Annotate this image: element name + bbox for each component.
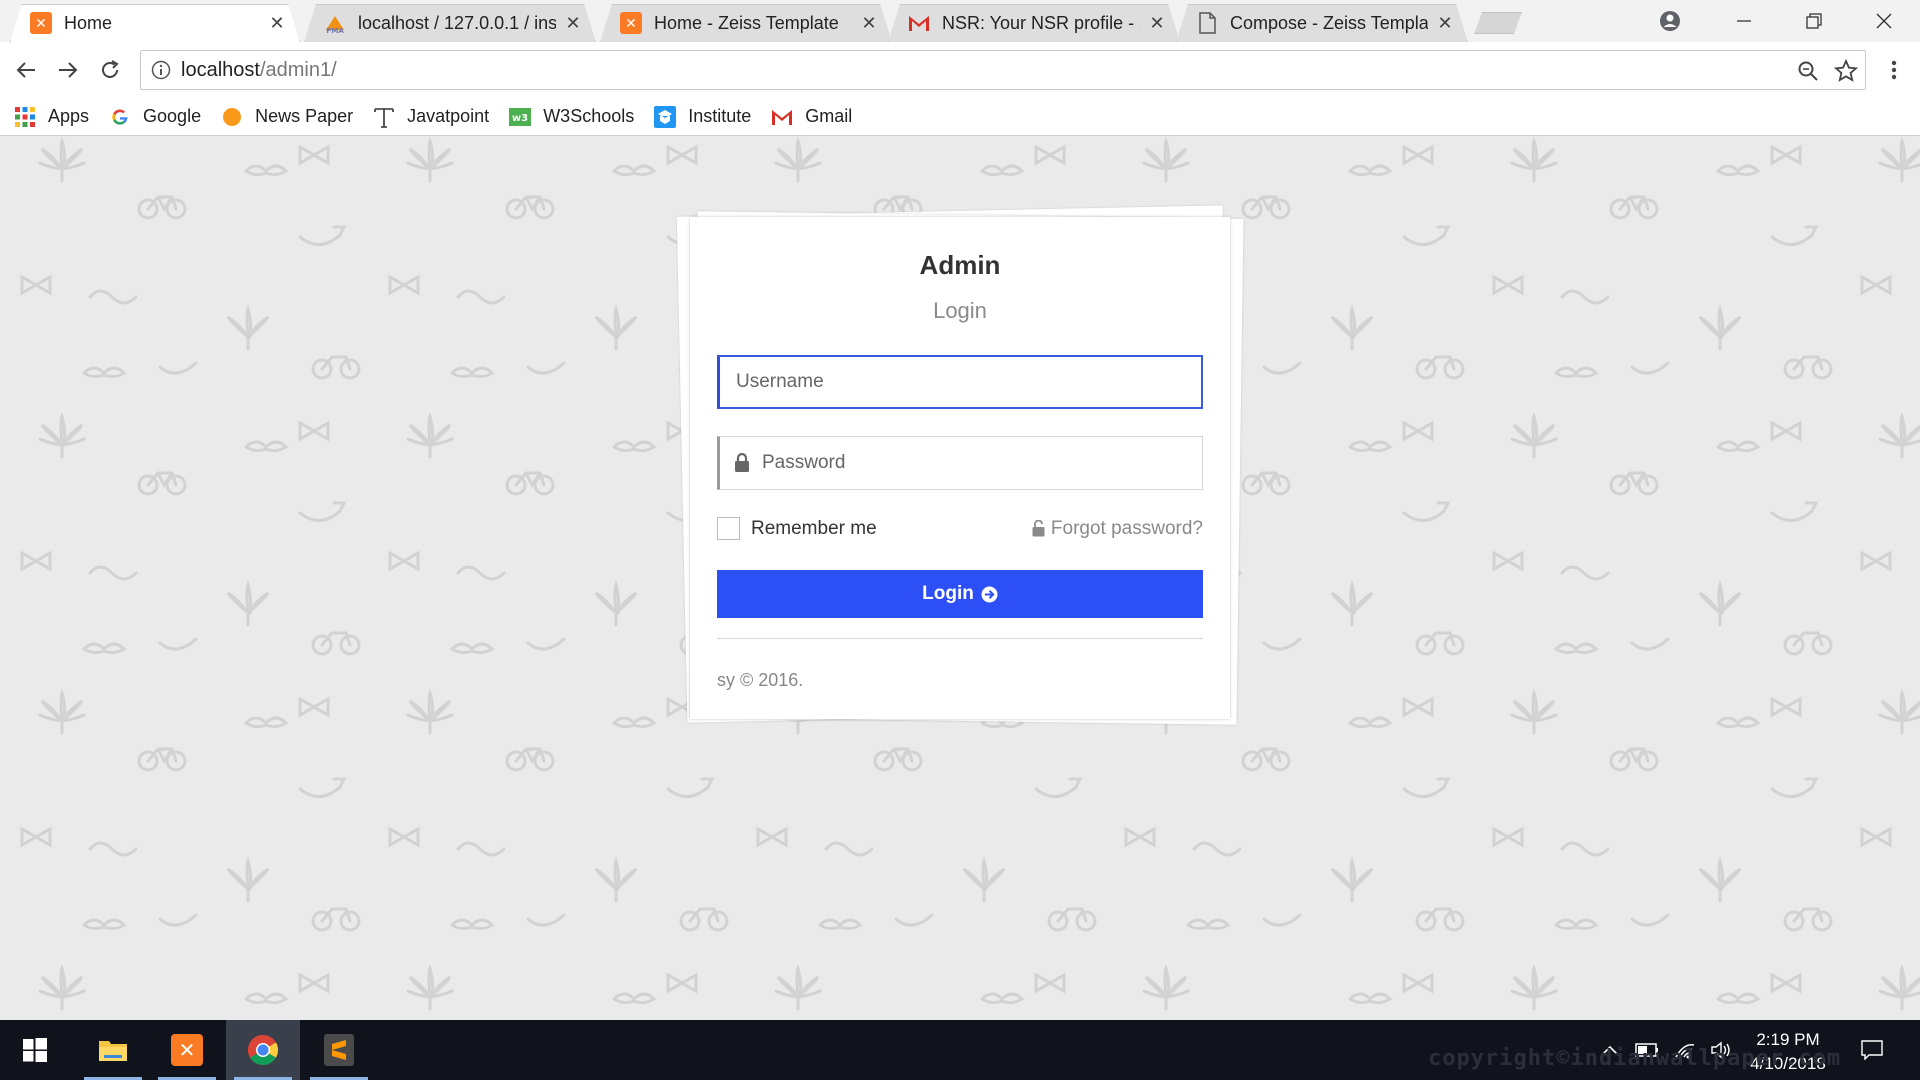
remember-me-label: Remember me — [751, 517, 877, 539]
apps-grid-icon — [14, 106, 36, 128]
close-icon[interactable]: ✕ — [860, 13, 878, 33]
tab-compose[interactable]: Compose - Zeiss Templa ✕ — [1176, 4, 1468, 42]
orange-dot-icon — [221, 106, 243, 128]
browser-toolbar: localhost/admin1/ — [0, 42, 1920, 98]
star-icon[interactable] — [1827, 51, 1865, 91]
bookmark-label: Apps — [48, 106, 90, 126]
windows-icon — [23, 1038, 47, 1062]
close-icon[interactable]: ✕ — [1436, 13, 1454, 33]
svg-text:PMA: PMA — [326, 27, 344, 34]
page-content: Admin Login Username Password Remember m… — [0, 137, 1920, 1020]
xampp-icon: ✕ — [30, 12, 52, 34]
back-icon[interactable] — [8, 52, 44, 88]
google-icon — [109, 106, 131, 128]
chrome-taskbar-button[interactable] — [226, 1020, 300, 1080]
watermark-text: copyright©indianwallpaper.com — [1428, 1046, 1842, 1071]
tab-title: NSR: Your NSR profile - s — [942, 12, 1140, 33]
login-subtitle: Login — [933, 298, 987, 323]
login-footer: sy © 2016. — [717, 670, 804, 690]
tab-strip: ✕ Home ✕ PMA localhost / 127.0.0.1 / ins… — [0, 0, 1920, 42]
svg-text:✕: ✕ — [625, 16, 637, 32]
tab-title: Home — [64, 12, 113, 33]
remember-me-checkbox[interactable] — [717, 517, 740, 540]
svg-text:✕: ✕ — [179, 1038, 196, 1062]
info-icon[interactable] — [141, 50, 181, 90]
password-input[interactable]: Password — [717, 436, 1203, 490]
bookmark-apps[interactable]: Apps — [14, 106, 89, 128]
tab-title: Compose - Zeiss Templa — [1230, 12, 1428, 33]
gmail-icon — [771, 106, 793, 128]
bookmark-label: Institute — [688, 106, 752, 126]
xampp-icon: ✕ — [620, 12, 642, 34]
login-title: Admin — [919, 250, 1001, 280]
minimize-icon[interactable] — [1714, 0, 1774, 42]
password-placeholder: Password — [762, 452, 846, 473]
bookmark-label: Gmail — [805, 106, 853, 126]
bookmarks-bar: Apps Google News Paper Javatpoint w3 W3S… — [0, 98, 1920, 136]
bookmark-javatpoint[interactable]: Javatpoint — [373, 106, 489, 128]
close-icon[interactable]: ✕ — [268, 13, 286, 33]
bookmark-news-paper[interactable]: News Paper — [221, 106, 353, 128]
tab-nsr[interactable]: NSR: Your NSR profile - s ✕ — [888, 4, 1180, 42]
lock-icon — [734, 453, 750, 473]
gmail-icon — [908, 12, 930, 34]
document-icon — [1196, 12, 1218, 34]
remember-me[interactable]: Remember me — [717, 517, 877, 540]
bookmark-label: News Paper — [255, 106, 354, 126]
bookmark-w3schools[interactable]: w3 W3Schools — [509, 106, 634, 128]
bookmark-institute[interactable]: Institute — [654, 105, 752, 128]
menu-icon[interactable] — [1876, 52, 1912, 88]
action-center-icon[interactable] — [1850, 1020, 1894, 1080]
forward-icon[interactable] — [50, 52, 86, 88]
tab-home[interactable]: ✕ Home ✕ — [10, 4, 300, 42]
bookmark-label: W3Schools — [543, 106, 635, 126]
login-options-row: Remember me Forgot password? — [717, 517, 1203, 540]
xampp-taskbar-button[interactable]: ✕ — [150, 1020, 224, 1080]
tab-title: localhost / 127.0.0.1 / ins — [358, 12, 556, 33]
close-window-icon[interactable] — [1854, 0, 1914, 42]
forgot-password-link[interactable]: Forgot password? — [1032, 518, 1203, 540]
username-input[interactable]: Username — [717, 355, 1203, 409]
login-button-label: Login — [922, 583, 974, 604]
divider — [717, 638, 1203, 639]
reload-icon[interactable] — [92, 52, 128, 88]
restore-icon[interactable] — [1784, 0, 1844, 42]
phpmyadmin-icon: PMA — [324, 12, 346, 34]
tab-title: Home - Zeiss Template — [654, 12, 839, 33]
folder-icon — [99, 1041, 127, 1061]
javatpoint-icon — [373, 106, 395, 128]
institute-icon — [654, 105, 677, 128]
close-icon[interactable]: ✕ — [1148, 13, 1166, 33]
profile-icon[interactable] — [1640, 0, 1700, 42]
w3schools-icon: w3 — [509, 106, 532, 128]
sublime-taskbar-button[interactable] — [302, 1020, 376, 1080]
bookmark-gmail[interactable]: Gmail — [771, 106, 852, 128]
tab-zeiss-home[interactable]: ✕ Home - Zeiss Template ✕ — [600, 4, 892, 42]
address-bar[interactable]: localhost/admin1/ — [140, 50, 1866, 90]
chrome-icon — [247, 1035, 279, 1066]
login-button[interactable]: Login — [717, 570, 1203, 618]
tab-phpmyadmin[interactable]: PMA localhost / 127.0.0.1 / ins ✕ — [304, 4, 596, 42]
arrow-circle-right-icon — [981, 586, 998, 603]
bookmark-google[interactable]: Google — [109, 106, 201, 128]
close-icon[interactable]: ✕ — [564, 13, 582, 33]
url-text: localhost/admin1/ — [181, 58, 337, 81]
file-explorer-button[interactable] — [76, 1020, 150, 1080]
start-button[interactable] — [0, 1020, 70, 1080]
svg-text:✕: ✕ — [35, 16, 47, 32]
username-placeholder: Username — [736, 371, 824, 392]
svg-text:w3: w3 — [512, 113, 528, 124]
sublime-text-icon — [324, 1034, 354, 1066]
forgot-password-label: Forgot password? — [1050, 517, 1203, 539]
unlock-icon — [1032, 520, 1045, 537]
bookmark-label: Google — [143, 106, 202, 126]
new-tab-button[interactable] — [1474, 12, 1522, 34]
xampp-icon: ✕ — [171, 1034, 203, 1066]
login-card: Admin Login Username Password Remember m… — [690, 217, 1230, 719]
zoom-icon[interactable] — [1789, 51, 1827, 91]
bookmark-label: Javatpoint — [407, 106, 490, 126]
